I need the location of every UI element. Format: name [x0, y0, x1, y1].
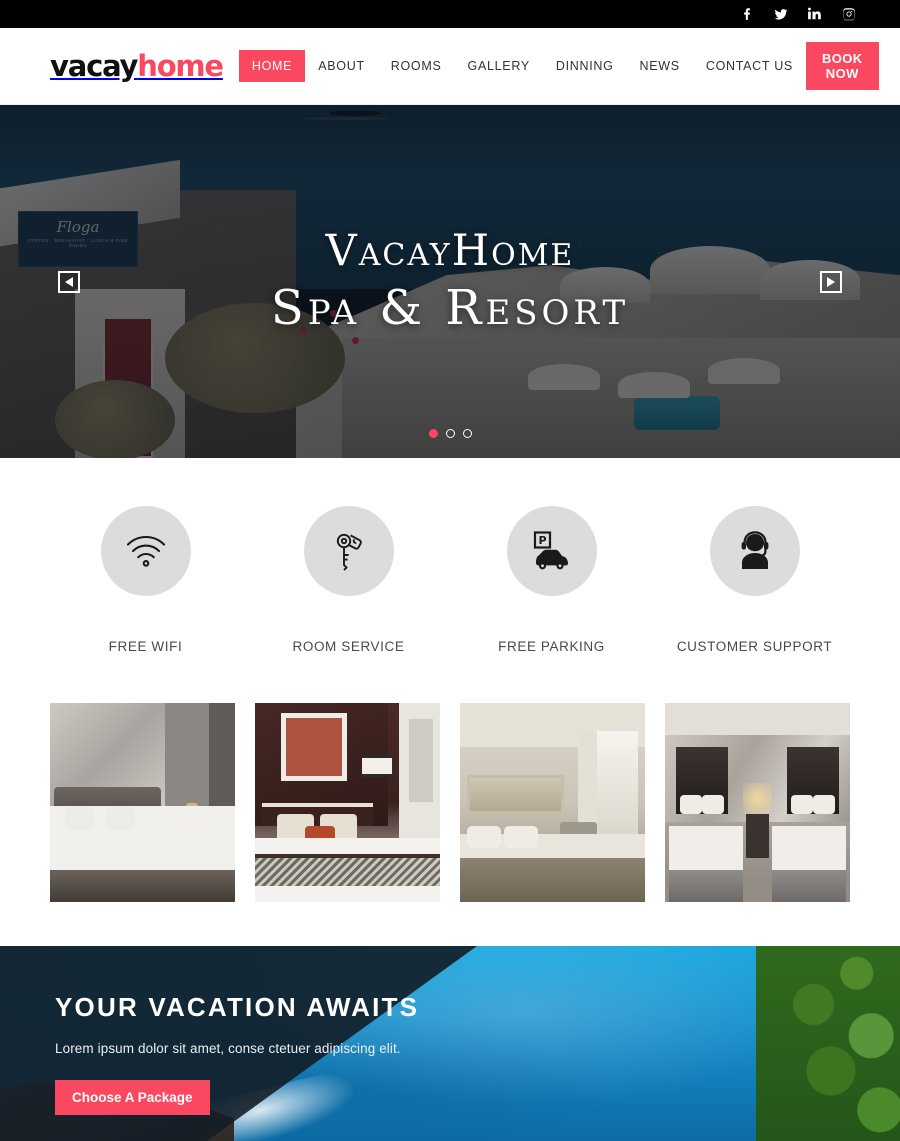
gallery-item-4[interactable]	[665, 703, 850, 902]
feature-icon-circle	[709, 506, 800, 596]
chevron-left-icon	[65, 276, 73, 287]
feature-free-wifi: FREE WIFI	[44, 506, 247, 654]
hero-title-line-2: Spa & Resort	[270, 280, 630, 337]
features-section: FREE WIFI ROOM SERVICE P FREE PARKING CU…	[0, 458, 900, 654]
feature-label: FREE WIFI	[108, 639, 183, 654]
parking-car-icon: P	[533, 531, 568, 570]
wifi-icon	[126, 535, 165, 567]
logo-text-secondary: home	[137, 48, 224, 83]
feature-free-parking: P FREE PARKING	[450, 506, 653, 654]
book-now-button[interactable]: BOOK NOW	[805, 42, 879, 90]
site-header: vacayhome HOME ABOUT ROOMS GALLERY DINNI…	[0, 28, 900, 105]
nav-item-dinning[interactable]: DINNING	[543, 50, 627, 82]
slider-prev-arrow-icon[interactable]	[58, 270, 80, 293]
room-photo-2	[255, 703, 440, 902]
gallery-item-3[interactable]	[460, 703, 645, 902]
slider-dots	[0, 429, 900, 438]
gallery-item-2[interactable]	[255, 703, 440, 902]
cta-heading: YOUR VACATION AWAITS	[55, 992, 420, 1022]
slider-next-arrow-icon[interactable]	[820, 270, 842, 293]
feature-label: FREE PARKING	[498, 639, 605, 654]
nav-item-contact-us[interactable]: CONTACT US	[693, 50, 806, 82]
nav-item-about[interactable]: ABOUT	[305, 50, 378, 82]
feature-icon-circle: P	[506, 506, 597, 596]
gallery-item-1[interactable]	[50, 703, 235, 902]
facebook-icon[interactable]	[740, 7, 754, 21]
hero-title-line-1: VacayHome	[325, 226, 575, 277]
slider-dot-1[interactable]	[428, 429, 438, 438]
hero-caption: VacayHome Spa & Resort	[0, 105, 900, 458]
slider-dot-3[interactable]	[462, 429, 472, 438]
cta-subtext: Lorem ipsum dolor sit amet, conse ctetue…	[55, 1041, 401, 1056]
room-photo-4	[665, 703, 850, 902]
logo-text-primary: vacay	[50, 48, 138, 83]
keys-icon	[336, 533, 362, 571]
slider-dot-2[interactable]	[445, 429, 455, 438]
nav-item-home[interactable]: HOME	[238, 50, 306, 82]
cta-content: YOUR VACATION AWAITS Lorem ipsum dolor s…	[55, 992, 419, 1115]
chevron-right-icon	[827, 276, 835, 287]
choose-a-package-button[interactable]: Choose A Package	[55, 1080, 210, 1115]
site-logo[interactable]: vacayhome	[50, 48, 224, 83]
nav-item-news[interactable]: NEWS	[627, 50, 693, 82]
feature-customer-support: CUSTOMER SUPPORT	[653, 506, 856, 654]
headset-person-icon	[741, 531, 768, 569]
feature-icon-circle	[100, 506, 191, 596]
nav-item-gallery[interactable]: GALLERY	[455, 50, 543, 82]
svg-text:P: P	[538, 534, 546, 547]
feature-room-service: ROOM SERVICE	[247, 506, 450, 654]
twitter-icon[interactable]	[774, 7, 788, 21]
feature-icon-circle	[303, 506, 394, 596]
nav-item-rooms[interactable]: ROOMS	[378, 50, 455, 82]
hero-slider: Floga COFFEE · BREAKFAST · LUNCH & FINE …	[0, 105, 900, 458]
room-photo-1	[50, 703, 235, 902]
room-gallery	[0, 654, 900, 902]
cta-foliage	[756, 946, 900, 1141]
top-bar	[0, 0, 900, 28]
cta-section: YOUR VACATION AWAITS Lorem ipsum dolor s…	[0, 946, 900, 1141]
social-links	[740, 7, 856, 21]
feature-label: ROOM SERVICE	[292, 639, 405, 654]
room-photo-3	[460, 703, 645, 902]
linkedin-icon[interactable]	[808, 7, 822, 21]
feature-label: CUSTOMER SUPPORT	[676, 639, 833, 654]
main-navigation: HOME ABOUT ROOMS GALLERY DINNING NEWS CO…	[238, 50, 806, 82]
instagram-icon[interactable]	[842, 7, 856, 21]
